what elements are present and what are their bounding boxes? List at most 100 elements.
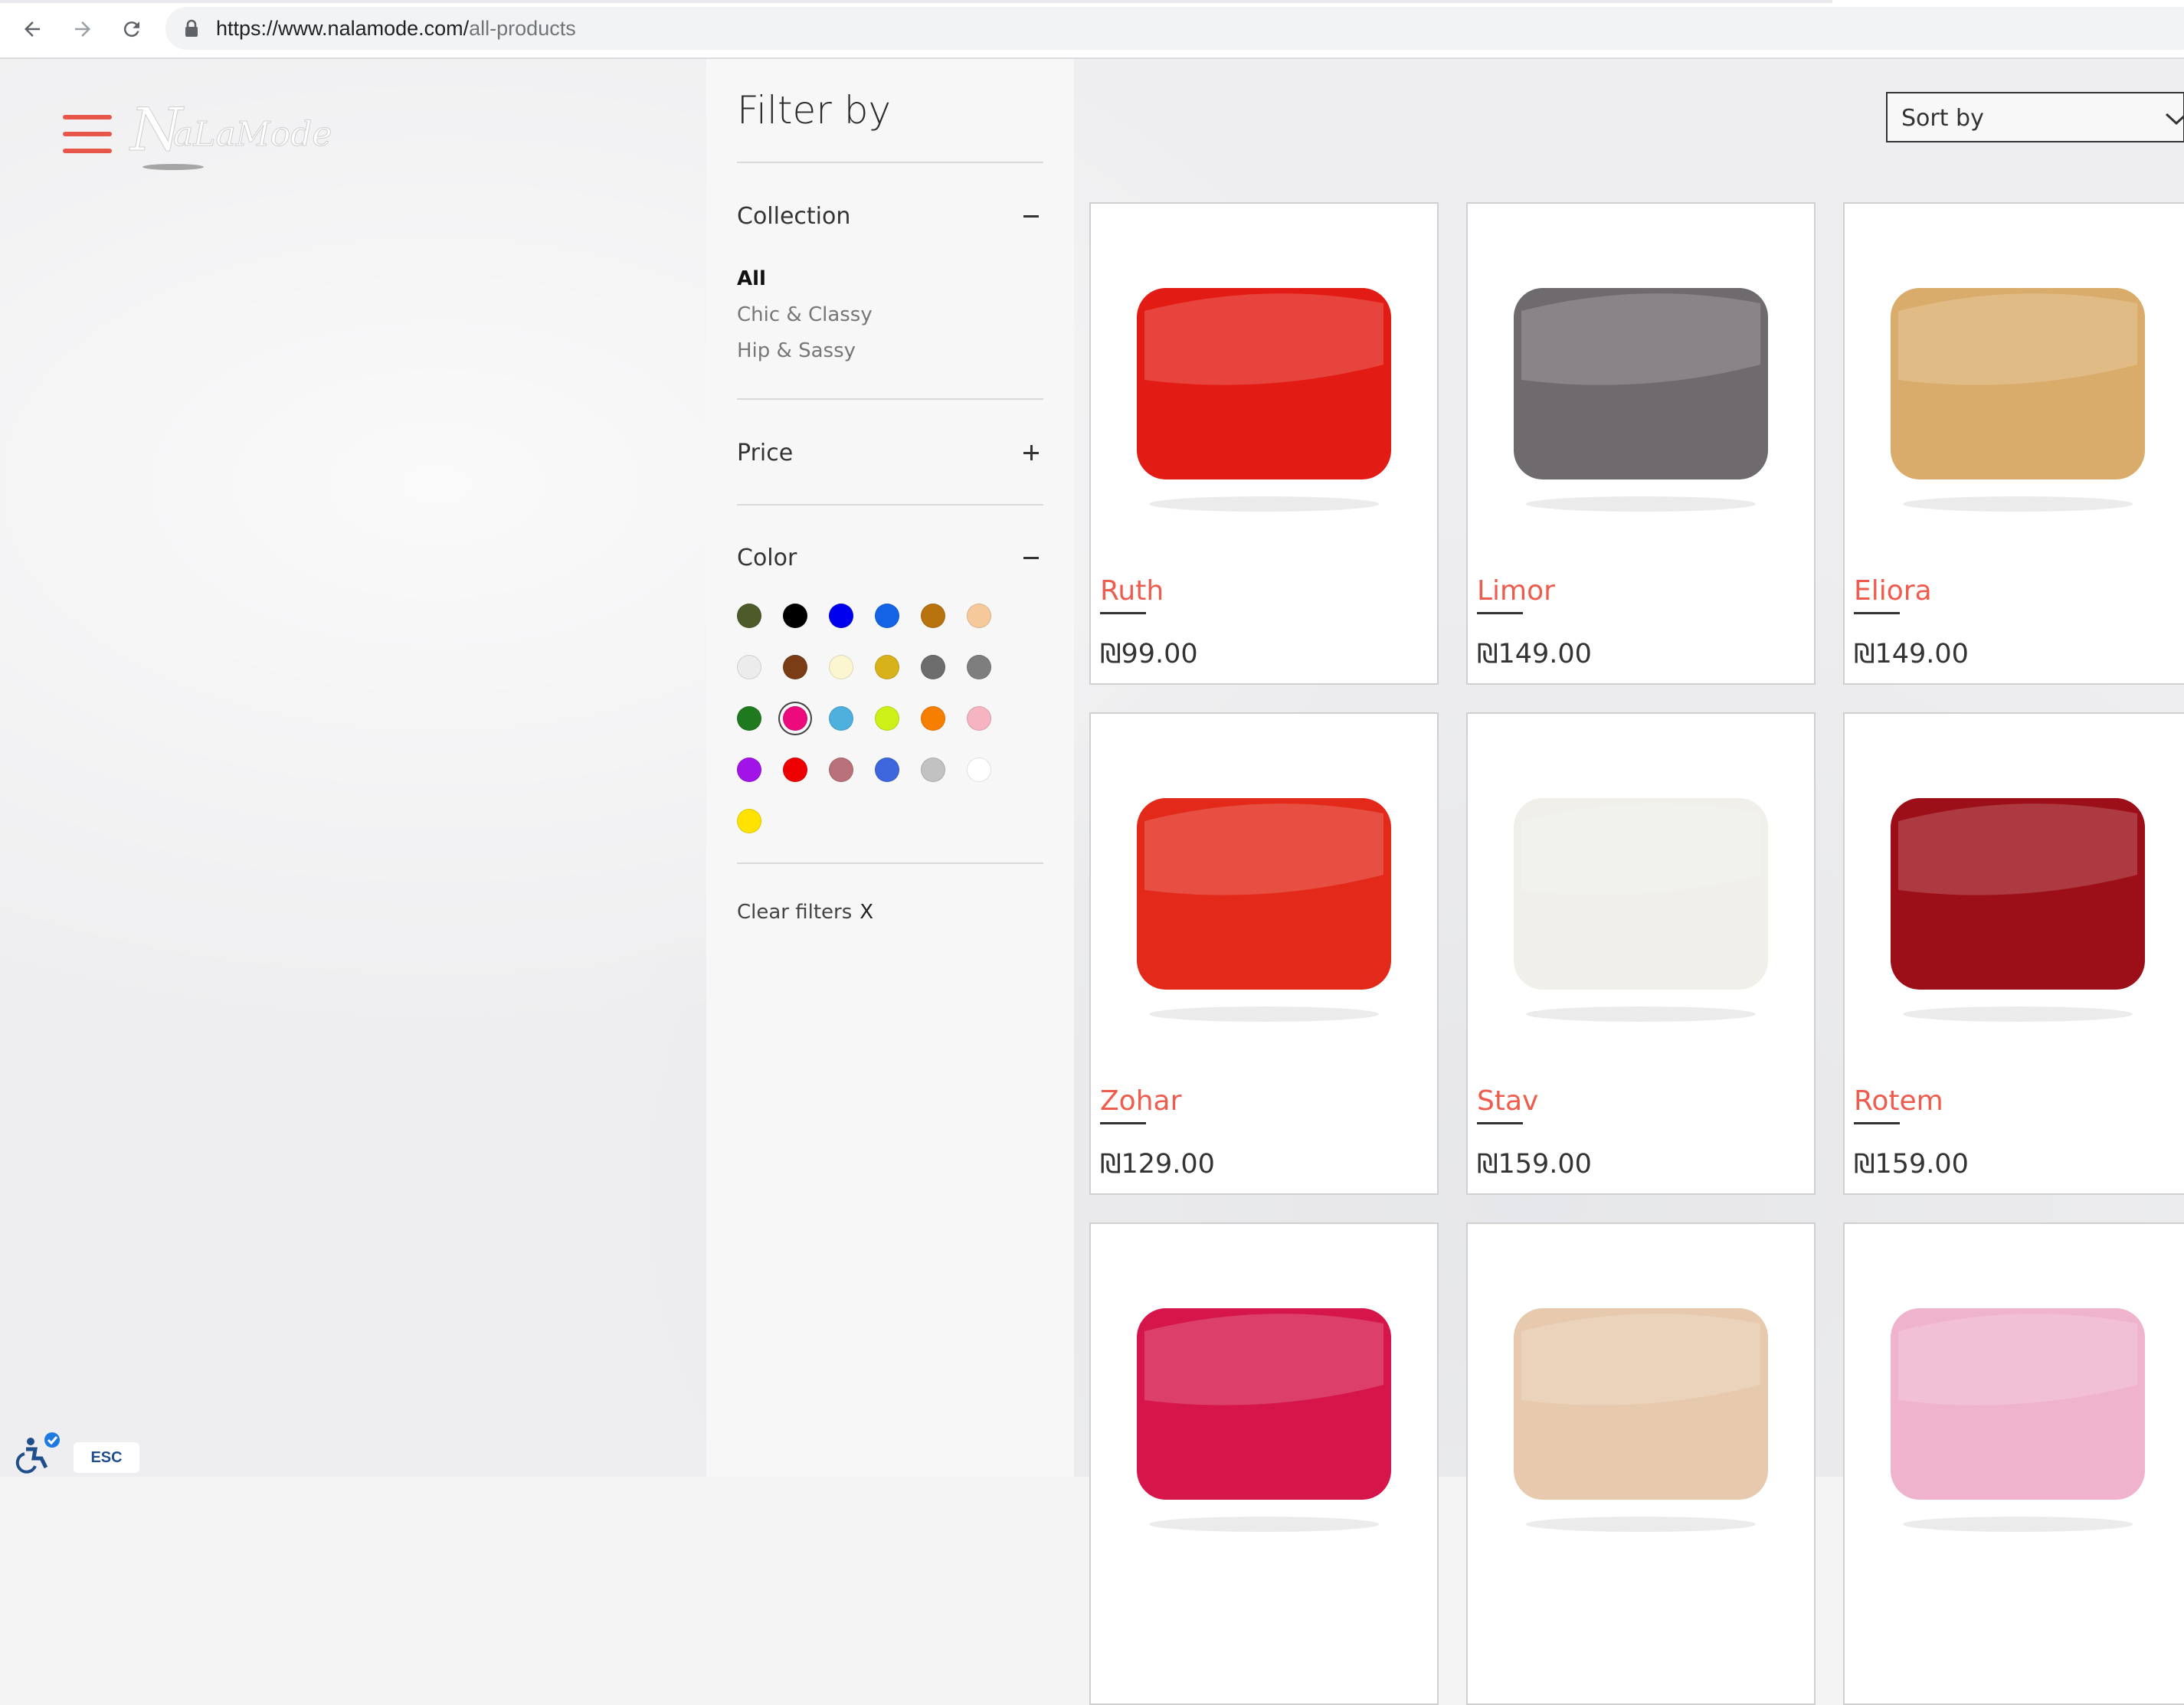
collection-collapse-toggle[interactable] bbox=[1020, 205, 1043, 228]
minus-icon bbox=[1023, 557, 1039, 559]
product-image[interactable] bbox=[1845, 1224, 2184, 1576]
color-swatch[interactable] bbox=[967, 758, 991, 782]
reload-button[interactable] bbox=[113, 11, 150, 47]
esc-button[interactable]: ESC bbox=[74, 1442, 139, 1473]
product-card[interactable]: Zohar ₪129.00 bbox=[1089, 712, 1439, 1195]
color-collapse-toggle[interactable] bbox=[1020, 547, 1043, 570]
minus-icon bbox=[1023, 215, 1039, 218]
product-card[interactable]: Stav ₪159.00 bbox=[1466, 712, 1816, 1195]
price-heading: Price bbox=[737, 440, 794, 466]
filter-title: Filter by bbox=[737, 88, 892, 133]
clutch-bag-icon bbox=[1891, 798, 2145, 1022]
divider bbox=[737, 162, 1043, 163]
lock-icon bbox=[185, 19, 198, 37]
product-image[interactable] bbox=[1845, 714, 2184, 1066]
color-swatch[interactable] bbox=[967, 655, 991, 679]
color-swatch[interactable] bbox=[875, 758, 899, 782]
color-swatch[interactable] bbox=[783, 655, 807, 679]
clutch-bag-icon bbox=[1891, 1308, 2145, 1532]
product-card[interactable] bbox=[1089, 1222, 1439, 1705]
product-card[interactable] bbox=[1466, 1222, 1816, 1705]
product-name[interactable]: Zohar bbox=[1100, 1085, 1181, 1117]
color-swatch[interactable] bbox=[737, 655, 761, 679]
product-image[interactable] bbox=[1091, 204, 1437, 556]
back-button[interactable] bbox=[14, 11, 51, 47]
product-price: ₪159.00 bbox=[1477, 1149, 1592, 1180]
clutch-bag-icon bbox=[1514, 798, 1768, 1022]
product-name-underline bbox=[1854, 612, 1900, 614]
color-swatch[interactable] bbox=[875, 655, 899, 679]
accessibility-button[interactable] bbox=[11, 1431, 64, 1474]
color-swatch[interactable] bbox=[921, 706, 945, 731]
reload-icon bbox=[123, 21, 139, 38]
product-image[interactable] bbox=[1845, 204, 2184, 556]
product-price: ₪159.00 bbox=[1854, 1149, 1969, 1180]
forward-button[interactable] bbox=[64, 11, 101, 47]
sort-by-dropdown[interactable]: Sort by bbox=[1886, 92, 2184, 142]
clear-filters-label: Clear filters bbox=[737, 901, 853, 924]
close-icon: X bbox=[860, 901, 874, 924]
browser-toolbar: https://www.nalamode.com/all-products bbox=[0, 0, 2184, 59]
arrow-right-icon bbox=[75, 21, 90, 37]
address-bar[interactable]: https://www.nalamode.com/all-products bbox=[165, 7, 2184, 50]
color-swatch[interactable] bbox=[737, 604, 761, 628]
color-swatch[interactable] bbox=[967, 604, 991, 628]
product-image[interactable] bbox=[1468, 204, 1814, 556]
page-load-bar bbox=[0, 0, 1832, 3]
product-image[interactable] bbox=[1468, 1224, 1814, 1576]
product-name[interactable]: Ruth bbox=[1100, 575, 1164, 607]
color-swatch[interactable] bbox=[967, 706, 991, 731]
product-name[interactable]: Eliora bbox=[1854, 575, 1932, 607]
hamburger-menu-button[interactable] bbox=[63, 115, 112, 153]
color-swatch[interactable] bbox=[921, 655, 945, 679]
product-card[interactable]: Limor ₪149.00 bbox=[1466, 202, 1816, 685]
color-swatch[interactable] bbox=[921, 758, 945, 782]
product-image[interactable] bbox=[1091, 1224, 1437, 1576]
site-logo[interactable]: N aLaMode bbox=[127, 90, 334, 175]
chevron-down-icon bbox=[2165, 113, 2184, 126]
collection-item-hip-sassy[interactable]: Hip & Sassy bbox=[737, 339, 856, 362]
product-card[interactable]: Ruth ₪99.00 bbox=[1089, 202, 1439, 685]
product-name[interactable]: Rotem bbox=[1854, 1085, 1943, 1117]
price-expand-toggle[interactable] bbox=[1020, 442, 1043, 465]
clutch-bag-icon bbox=[1137, 798, 1391, 1022]
product-name[interactable]: Limor bbox=[1477, 575, 1555, 607]
clear-filters-button[interactable]: Clear filters X bbox=[737, 901, 873, 924]
clutch-bag-icon bbox=[1514, 288, 1768, 512]
color-swatch[interactable] bbox=[875, 604, 899, 628]
color-swatch[interactable] bbox=[737, 809, 761, 833]
color-swatch[interactable] bbox=[829, 604, 853, 628]
color-heading: Color bbox=[737, 545, 797, 571]
url-text: https://www.nalamode.com/all-products bbox=[216, 17, 576, 41]
product-name-underline bbox=[1854, 1122, 1900, 1124]
color-swatch[interactable] bbox=[783, 758, 807, 782]
arrow-left-icon bbox=[25, 21, 40, 37]
product-image[interactable] bbox=[1468, 714, 1814, 1066]
collection-item-chic-classy[interactable]: Chic & Classy bbox=[737, 303, 873, 326]
color-swatch[interactable] bbox=[829, 706, 853, 731]
color-swatch[interactable] bbox=[829, 758, 853, 782]
color-swatch[interactable] bbox=[875, 706, 899, 731]
url-host: https://www.nalamode.com/ bbox=[216, 17, 470, 40]
clutch-bag-icon bbox=[1891, 288, 2145, 512]
product-name-underline bbox=[1100, 612, 1146, 614]
product-card[interactable]: Rotem ₪159.00 bbox=[1843, 712, 2184, 1195]
product-name-underline bbox=[1477, 612, 1523, 614]
product-price: ₪99.00 bbox=[1100, 639, 1198, 669]
color-swatch[interactable] bbox=[737, 706, 761, 731]
product-image[interactable] bbox=[1091, 714, 1437, 1066]
sort-by-label: Sort by bbox=[1901, 105, 1984, 132]
product-card[interactable] bbox=[1843, 1222, 2184, 1705]
collection-heading: Collection bbox=[737, 203, 851, 230]
color-swatch[interactable] bbox=[783, 706, 807, 731]
collection-item-all[interactable]: All bbox=[737, 267, 766, 290]
color-swatch[interactable] bbox=[737, 758, 761, 782]
color-swatch[interactable] bbox=[921, 604, 945, 628]
color-swatch[interactable] bbox=[829, 655, 853, 679]
nalamode-logo-icon: N aLaMode bbox=[129, 96, 332, 170]
clutch-bag-icon bbox=[1137, 288, 1391, 512]
product-card[interactable]: Eliora ₪149.00 bbox=[1843, 202, 2184, 685]
color-swatch[interactable] bbox=[783, 604, 807, 628]
product-name[interactable]: Stav bbox=[1477, 1085, 1538, 1117]
product-price: ₪149.00 bbox=[1477, 639, 1592, 669]
